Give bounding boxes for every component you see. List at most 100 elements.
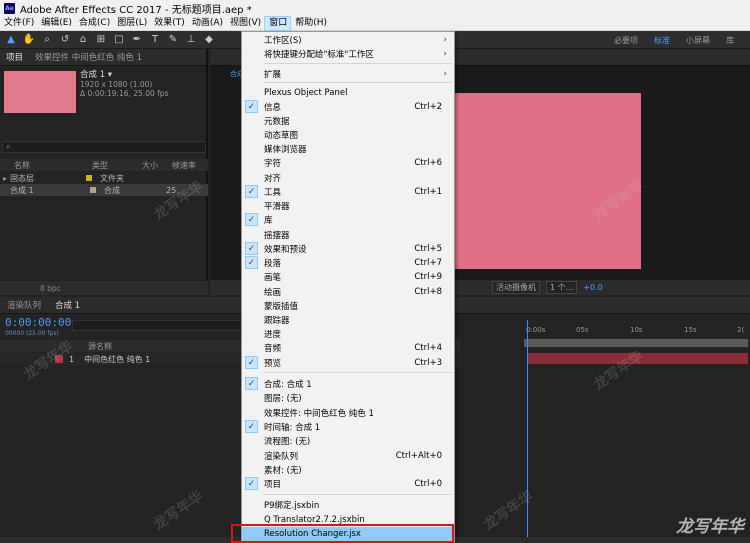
menu-item-timeline[interactable]: ✓ 时间轴: 合成 1: [242, 420, 454, 434]
project-item-solids-folder[interactable]: ▸ 固态层 文件夹: [0, 172, 208, 184]
menu-item-brushes[interactable]: 画笔 Ctrl+9: [242, 270, 454, 284]
menu-item-paint[interactable]: 绘画 Ctrl+8: [242, 285, 454, 299]
text-tool-icon[interactable]: T: [148, 33, 162, 47]
menu-item-composition[interactable]: ✓ 合成: 合成 1: [242, 377, 454, 391]
eraser-tool-icon[interactable]: ◆: [202, 33, 216, 47]
pen-tool-icon[interactable]: ✒: [130, 33, 144, 47]
menu-item-wiggler[interactable]: 摇摆器: [242, 228, 454, 242]
workspace-standard[interactable]: 标准: [654, 35, 670, 46]
menu-item-footage[interactable]: 素材: (无): [242, 463, 454, 477]
menu-item-metadata[interactable]: 元数据: [242, 114, 454, 128]
menu-item-audio[interactable]: 音频 Ctrl+4: [242, 341, 454, 355]
menu-item-label: 工作区(S): [264, 36, 302, 46]
menu-item-label: 画笔: [264, 273, 282, 283]
menu-item-align[interactable]: 对齐: [242, 171, 454, 185]
column-source-name[interactable]: 源名称: [88, 341, 112, 352]
rotate-tool-icon[interactable]: ↺: [58, 33, 72, 47]
menu-item-tools[interactable]: ✓ 工具 Ctrl+1: [242, 185, 454, 199]
menu-item-motion-sketch[interactable]: 动态草图: [242, 128, 454, 142]
timeline-search-input[interactable]: [72, 320, 242, 331]
hand-tool-icon[interactable]: ✋: [22, 33, 36, 47]
views-layout-select[interactable]: 1 个...: [546, 281, 578, 294]
ruler-tick: 2(: [737, 326, 745, 334]
column-frame-rate[interactable]: 帧速率: [172, 160, 196, 171]
expand-arrow-icon[interactable]: ▸: [3, 174, 7, 183]
workspace-library[interactable]: 库: [726, 35, 734, 46]
menu-item-label: 效果控件: 中间色红色 纯色 1: [264, 409, 374, 419]
comp-info-duration: Δ 0:00:19:16, 25.00 fps: [80, 89, 169, 98]
column-type[interactable]: 类型: [92, 160, 142, 171]
watermark-logo-text: 龙写年华: [676, 517, 744, 537]
column-size[interactable]: 大小: [142, 160, 172, 171]
clone-tool-icon[interactable]: ⊥: [184, 33, 198, 47]
menu-view[interactable]: 视图(V): [226, 16, 264, 31]
menu-item-flowchart[interactable]: 流程图: (无): [242, 434, 454, 448]
menu-edit[interactable]: 编辑(E): [37, 16, 75, 31]
camera-tool-icon[interactable]: ⌂: [76, 33, 90, 47]
project-search-input[interactable]: ⌕: [2, 141, 206, 153]
menu-item-libraries[interactable]: ✓ 库: [242, 213, 454, 227]
tab-project[interactable]: 项目: [0, 51, 29, 63]
menu-item-media-browser[interactable]: 媒体浏览器: [242, 142, 454, 156]
layer-duration-bar[interactable]: [527, 353, 748, 364]
column-name[interactable]: 名称: [14, 160, 82, 171]
menu-item-shortcut: Ctrl+1: [414, 187, 442, 197]
menu-item-progress[interactable]: 进度: [242, 327, 454, 341]
label-color-swatch[interactable]: [86, 175, 93, 181]
menu-item-paragraph[interactable]: ✓ 段落 Ctrl+7: [242, 256, 454, 270]
workspace-small-screen[interactable]: 小屏幕: [686, 35, 710, 46]
work-area-bar[interactable]: [524, 339, 748, 347]
menu-item-render-queue[interactable]: 渲染队列 Ctrl+Alt+0: [242, 449, 454, 463]
comp-info-name[interactable]: 合成 1 ▾: [80, 71, 168, 80]
menu-item-workspace[interactable]: 工作区(S) ›: [242, 33, 454, 47]
exposure-value[interactable]: +0.0: [583, 283, 602, 292]
current-time-display[interactable]: 0:00:00:00: [5, 316, 71, 329]
menu-item-p9-bind-script[interactable]: P9绑定.jsxbin: [242, 498, 454, 512]
label-color-swatch[interactable]: [90, 187, 96, 193]
menu-help[interactable]: 帮助(H): [291, 16, 330, 31]
menu-file[interactable]: 文件(F): [0, 16, 37, 31]
menu-window[interactable]: 窗口: [264, 15, 292, 31]
menu-item-label: 音频: [264, 344, 282, 354]
menu-item-layer[interactable]: 图层: (无): [242, 391, 454, 405]
menu-item-label: 信息: [264, 103, 282, 113]
menu-item-label: 流程图: (无): [264, 437, 311, 447]
menu-item-character[interactable]: 字符 Ctrl+6: [242, 156, 454, 170]
menu-effect[interactable]: 效果(T): [150, 16, 188, 31]
ruler-tick: 05s: [576, 326, 589, 334]
current-time-indicator[interactable]: [527, 320, 528, 543]
pan-behind-tool-icon[interactable]: ⊞: [94, 33, 108, 47]
project-panel-tabs: 项目 效果控件 中间色红色 纯色 1: [0, 49, 206, 66]
bit-depth-button[interactable]: 8 bpc: [40, 284, 61, 293]
workspace-essentials[interactable]: 必要项: [614, 35, 638, 46]
layer-label-swatch[interactable]: [55, 355, 63, 363]
brush-tool-icon[interactable]: ✎: [166, 33, 180, 47]
menu-item-label: 元数据: [264, 117, 290, 127]
project-panel: 项目 效果控件 中间色红色 纯色 1 合成 1 ▾ 1920 x 1080 (1…: [0, 49, 208, 295]
project-item-comp[interactable]: 合成 1 合成 25: [0, 184, 208, 196]
tab-effect-controls[interactable]: 效果控件 中间色红色 纯色 1: [29, 51, 148, 63]
menu-item-effects-presets[interactable]: ✓ 效果和预设 Ctrl+5: [242, 242, 454, 256]
zoom-tool-icon[interactable]: ⌕: [40, 33, 54, 47]
menu-item-preview[interactable]: ✓ 预览 Ctrl+3: [242, 356, 454, 370]
item-type: 合成: [104, 185, 120, 195]
selection-tool-icon[interactable]: ▲: [4, 33, 18, 47]
menu-layer[interactable]: 图层(L): [113, 16, 150, 31]
tab-render-queue[interactable]: 渲染队列: [0, 299, 48, 311]
menu-item-label: 图层: (无): [264, 394, 302, 404]
menu-composition[interactable]: 合成(C): [75, 16, 113, 31]
camera-view-select[interactable]: 活动摄像机: [492, 281, 540, 294]
menu-item-smoother[interactable]: 平滑器: [242, 199, 454, 213]
menu-item-effect-controls[interactable]: 效果控件: 中间色红色 纯色 1: [242, 406, 454, 420]
menu-animation[interactable]: 动画(A): [188, 16, 226, 31]
menu-item-mask-interpolation[interactable]: 蒙版插值: [242, 299, 454, 313]
menu-item-project[interactable]: ✓ 项目 Ctrl+0: [242, 477, 454, 491]
tab-comp-timeline[interactable]: 合成 1: [48, 299, 87, 311]
shape-tool-icon[interactable]: □: [112, 33, 126, 47]
menu-item-assign-shortcuts[interactable]: 将快捷键分配给"标准"工作区 ›: [242, 47, 454, 61]
menu-item-info[interactable]: ✓ 信息 Ctrl+2: [242, 100, 454, 114]
comp-canvas[interactable]: [455, 93, 641, 269]
menu-item-plexus-object-panel[interactable]: Plexus Object Panel: [242, 86, 454, 100]
menu-item-tracker[interactable]: 跟踪器: [242, 313, 454, 327]
menu-item-extensions[interactable]: 扩展 ›: [242, 67, 454, 81]
